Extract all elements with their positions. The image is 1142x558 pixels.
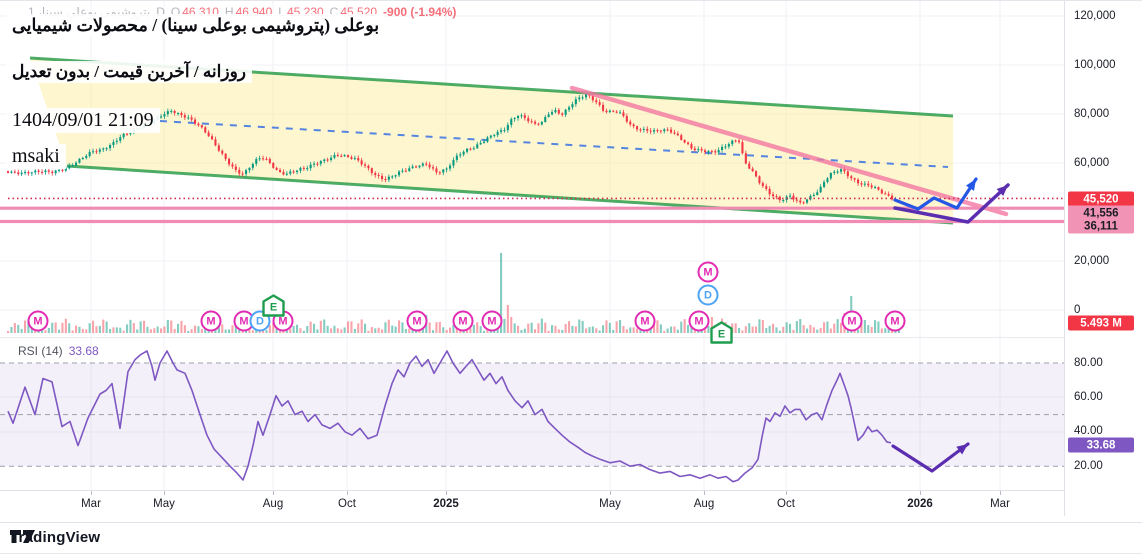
tradingview-logo-icon (10, 529, 36, 546)
time-axis-label[interactable]: May (599, 498, 621, 510)
time-axis-label[interactable]: Mar (990, 498, 1010, 510)
marker-badge-icon[interactable]: M (635, 311, 656, 332)
main-price-pane[interactable] (0, 1, 1064, 338)
time-axis-label[interactable]: May (153, 498, 175, 510)
last-price-badge[interactable]: 45,520 (1068, 192, 1134, 207)
price-axis-label: 0 (1074, 304, 1080, 316)
time-tick-mark (91, 491, 92, 495)
price-axis-label: 80.00 (1074, 357, 1103, 369)
price-axis[interactable]: 120,000 100,000 80,000 60,000 20,000 0 80.00 60… (1064, 1, 1142, 516)
marker-badge-icon[interactable]: M (407, 311, 428, 332)
title-annotation[interactable]: بوعلی (پتروشیمی بوعلی سینا) / محصولات شی… (6, 14, 385, 37)
datetime-annotation[interactable]: 1404/09/01 21:09 (6, 108, 160, 133)
price-axis-label: 120,000 (1074, 10, 1116, 22)
price-axis-label: 100,000 (1074, 59, 1116, 71)
rsi-pane[interactable] (0, 338, 1064, 490)
volume-badge[interactable]: 5.493 M (1068, 316, 1134, 331)
time-tick-mark (920, 491, 921, 495)
svg-text:E: E (718, 329, 725, 341)
time-axis-label[interactable]: Oct (777, 498, 795, 510)
time-tick-mark (1000, 491, 1001, 495)
marker-badge-icon[interactable]: M (453, 311, 474, 332)
dividend-badge-icon[interactable]: D (698, 285, 719, 306)
time-tick-mark (610, 491, 611, 495)
marker-badge-icon[interactable]: M (482, 311, 503, 332)
marker-badge-icon[interactable]: M (842, 311, 863, 332)
tradingview-brand[interactable]: TradingView (10, 529, 100, 546)
watermark-annotation[interactable]: msaki (6, 144, 66, 169)
time-axis-label[interactable]: 2026 (907, 498, 933, 510)
rsi-legend[interactable]: RSI (14) 33.68 (18, 344, 99, 358)
marker-badge-icon[interactable]: M (885, 311, 906, 332)
change-value: -900 (-1.94%) (383, 5, 456, 19)
price-axis-label: 20.00 (1074, 460, 1103, 472)
time-axis-label[interactable]: Aug (263, 498, 283, 510)
price-axis-label: 20,000 (1074, 255, 1109, 267)
marker-badge-icon[interactable]: M (28, 311, 49, 332)
time-axis[interactable]: Mar May Aug Oct 2025 May Aug Oct 2026 Mar (0, 490, 1064, 517)
rsi-value-badge[interactable]: 33.68 (1068, 438, 1134, 453)
time-tick-mark (704, 491, 705, 495)
rsi-indicator-value: 33.68 (69, 344, 99, 358)
time-axis-label[interactable]: Mar (81, 498, 101, 510)
price-axis-label: 80,000 (1074, 108, 1109, 120)
svg-text:E: E (270, 302, 277, 314)
time-tick-mark (786, 491, 787, 495)
marker-badge-icon[interactable]: M (698, 262, 719, 283)
marker-badge-icon[interactable]: M (201, 311, 222, 332)
time-tick-mark (273, 491, 274, 495)
subtitle-annotation[interactable]: روزانه / آخرین قیمت / بدون تعدیل (6, 61, 252, 83)
time-axis-label[interactable]: 2025 (433, 498, 459, 510)
price-axis-label: 60.00 (1074, 391, 1103, 403)
time-tick-mark (164, 491, 165, 495)
time-axis-label[interactable]: Aug (694, 498, 714, 510)
rsi-indicator-name: RSI (14) (18, 344, 63, 358)
price-axis-label: 60,000 (1074, 157, 1109, 169)
footer-bar: TradingView (0, 522, 1142, 554)
bottom-border (0, 553, 1142, 554)
pane-separator[interactable] (0, 337, 1064, 338)
time-tick-mark (446, 491, 447, 495)
time-tick-mark (347, 491, 348, 495)
time-axis-label[interactable]: Oct (338, 498, 356, 510)
chart-window: Mar May Aug Oct 2025 May Aug Oct 2026 Mar 120,000… (0, 0, 1142, 558)
marker-badge-icon[interactable]: M (689, 311, 710, 332)
level-price-badge[interactable]: 36,111 (1068, 219, 1134, 234)
price-axis-label: 40.00 (1074, 425, 1103, 437)
